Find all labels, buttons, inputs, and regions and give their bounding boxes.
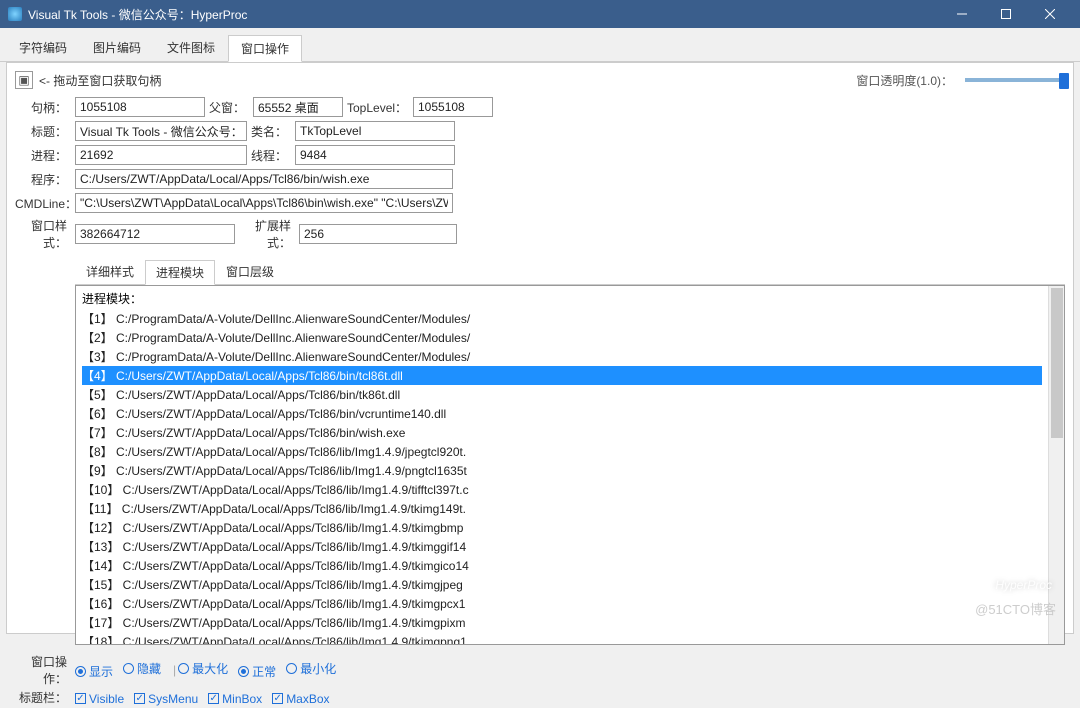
handle-label: 句柄： [15,99,71,116]
list-item[interactable]: 【11】 C:/Users/ZWT/AppData/Local/Apps/Tcl… [82,499,1042,518]
list-item[interactable]: 【14】 C:/Users/ZWT/AppData/Local/Apps/Tcl… [82,556,1042,575]
list-item[interactable]: 【5】 C:/Users/ZWT/AppData/Local/Apps/Tcl8… [82,385,1042,404]
list-item[interactable]: 【1】 C:/ProgramData/A-Volute/DellInc.Alie… [82,309,1042,328]
cmd-field[interactable] [75,193,453,213]
maximize-button[interactable] [984,0,1028,28]
ops-label: 窗口操作： [15,653,71,687]
class-field[interactable] [295,121,455,141]
proc-label: 进程： [15,147,71,164]
list-item[interactable]: 【12】 C:/Users/ZWT/AppData/Local/Apps/Tcl… [82,518,1042,537]
check-MaxBox[interactable]: ✓MaxBox [272,692,329,706]
check-Visible[interactable]: ✓Visible [75,692,124,706]
prog-label: 程序： [15,171,71,188]
tab-2[interactable]: 文件图标 [154,34,228,61]
thread-label: 线程： [251,147,291,164]
check-MinBox[interactable]: ✓MinBox [208,692,262,706]
target-picker-icon[interactable]: ▣ [15,71,33,89]
drag-hint-row: ▣ <- 拖动至窗口获取句柄 窗口透明度(1.0)： [15,69,1065,95]
style-field[interactable] [75,224,235,244]
radio-正常[interactable]: 正常 [238,663,276,680]
list-item[interactable]: 【16】 C:/Users/ZWT/AppData/Local/Apps/Tcl… [82,594,1042,613]
list-item[interactable]: 【18】 C:/Users/ZWT/AppData/Local/Apps/Tcl… [82,632,1042,644]
titlebar-checks: ✓Visible ✓SysMenu ✓MinBox ✓MaxBox [75,690,340,706]
list-item[interactable]: 【15】 C:/Users/ZWT/AppData/Local/Apps/Tcl… [82,575,1042,594]
proc-field[interactable] [75,145,247,165]
sub-tabs: 详细样式进程模块窗口层级 [75,259,1065,285]
subtab-1[interactable]: 进程模块 [145,260,215,285]
opacity-label: 窗口透明度(1.0)： [856,72,953,89]
tab-1[interactable]: 图片编码 [80,34,154,61]
radio-显示[interactable]: 显示 [75,663,113,680]
scrollbar[interactable] [1048,286,1064,644]
radio-最大化[interactable]: 最大化 [178,660,228,677]
style-label: 窗口样式： [15,217,71,251]
exstyle-label: 扩展样式： [239,217,295,251]
exstyle-field[interactable] [299,224,457,244]
thread-field[interactable] [295,145,455,165]
title-label: 标题： [15,123,71,140]
list-item[interactable]: 【10】 C:/Users/ZWT/AppData/Local/Apps/Tcl… [82,480,1042,499]
radio-最小化[interactable]: 最小化 [286,660,336,677]
title-field[interactable] [75,121,247,141]
drag-hint-text: <- 拖动至窗口获取句柄 [39,72,161,89]
parent-field[interactable] [253,97,343,117]
minimize-button[interactable] [940,0,984,28]
opacity-slider[interactable] [965,78,1065,82]
module-list: 进程模块： 【1】 C:/ProgramData/A-Volute/DellIn… [75,285,1065,645]
slider-thumb[interactable] [1059,73,1069,89]
app-icon [8,7,22,21]
list-item[interactable]: 【8】 C:/Users/ZWT/AppData/Local/Apps/Tcl8… [82,442,1042,461]
tab-3[interactable]: 窗口操作 [228,35,302,62]
bar-label: 标题栏： [15,689,71,706]
content-pane: ▣ <- 拖动至窗口获取句柄 窗口透明度(1.0)： 句柄： 父窗： TopLe… [6,62,1074,634]
scroll-thumb[interactable] [1051,288,1063,438]
list-item[interactable]: 【7】 C:/Users/ZWT/AppData/Local/Apps/Tcl8… [82,423,1042,442]
check-SysMenu[interactable]: ✓SysMenu [134,692,198,706]
radio-隐藏[interactable]: 隐藏 [123,660,161,677]
subtab-2[interactable]: 窗口层级 [215,259,285,284]
window-ops-radios: 显示隐藏 |最大化正常最小化 [75,660,346,680]
list-item[interactable]: 【13】 C:/Users/ZWT/AppData/Local/Apps/Tcl… [82,537,1042,556]
list-item[interactable]: 【17】 C:/Users/ZWT/AppData/Local/Apps/Tcl… [82,613,1042,632]
module-list-body[interactable]: 进程模块： 【1】 C:/ProgramData/A-Volute/DellIn… [76,286,1048,644]
parent-label: 父窗： [209,99,249,116]
tab-0[interactable]: 字符编码 [6,34,80,61]
list-item[interactable]: 【4】 C:/Users/ZWT/AppData/Local/Apps/Tcl8… [82,366,1042,385]
toplevel-field[interactable] [413,97,493,117]
toplevel-label: TopLevel： [347,99,409,116]
list-item[interactable]: 【6】 C:/Users/ZWT/AppData/Local/Apps/Tcl8… [82,404,1042,423]
main-tabs: 字符编码图片编码文件图标窗口操作 [0,28,1080,62]
prog-field[interactable] [75,169,453,189]
list-item[interactable]: 【2】 C:/ProgramData/A-Volute/DellInc.Alie… [82,328,1042,347]
titlebar: Visual Tk Tools - 微信公众号：HyperProc [0,0,1080,28]
separator: | [173,663,176,677]
subtab-0[interactable]: 详细样式 [75,259,145,284]
module-list-header: 进程模块： [82,290,1042,307]
class-label: 类名： [251,123,291,140]
window-title: Visual Tk Tools - 微信公众号：HyperProc [28,6,940,23]
cmd-label: CMDLine： [15,195,71,212]
close-button[interactable] [1028,0,1072,28]
handle-field[interactable] [75,97,205,117]
list-item[interactable]: 【3】 C:/ProgramData/A-Volute/DellInc.Alie… [82,347,1042,366]
list-item[interactable]: 【9】 C:/Users/ZWT/AppData/Local/Apps/Tcl8… [82,461,1042,480]
